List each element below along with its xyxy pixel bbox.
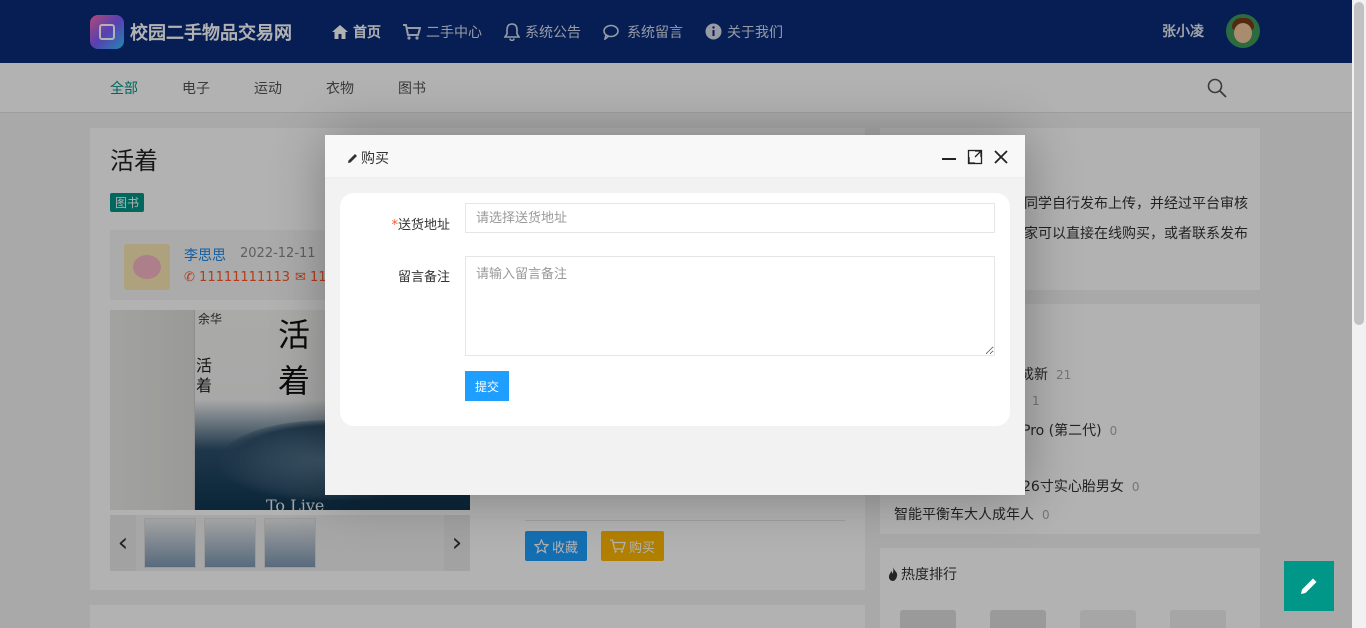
note-textarea[interactable] <box>465 256 995 356</box>
submit-button[interactable]: 提交 <box>465 371 509 401</box>
scrollbar-thumb[interactable] <box>1354 2 1364 325</box>
note-label: 留言备注 <box>397 270 450 285</box>
close-icon[interactable] <box>993 149 1009 165</box>
dialog-header: 购买 <box>325 135 1025 178</box>
address-label: *送货地址 <box>391 218 450 233</box>
pencil-icon <box>1301 578 1317 594</box>
edit-fab-button[interactable] <box>1284 561 1334 611</box>
address-input[interactable] <box>465 203 995 233</box>
buy-dialog: 购买 *送货地址 留言备注 提交 <box>325 135 1025 495</box>
pencil-icon <box>348 153 357 163</box>
maximize-icon[interactable] <box>967 149 983 165</box>
minimize-icon[interactable] <box>941 149 957 165</box>
dialog-title: 购买 <box>347 148 389 168</box>
page-scrollbar[interactable] <box>1352 0 1366 628</box>
